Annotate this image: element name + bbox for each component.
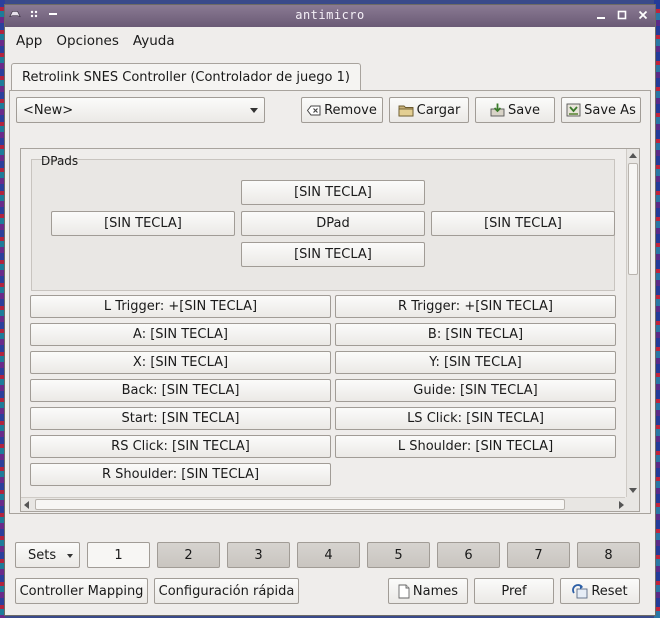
save-as-button[interactable]: Save As [561, 97, 641, 123]
scroll-down-arrow-icon[interactable] [629, 488, 637, 493]
vertical-scroll-thumb[interactable] [628, 163, 638, 275]
button-mapping-x[interactable]: X: [SIN TECLA] [30, 351, 331, 374]
reset-label: Reset [591, 583, 628, 599]
button-mapping-r-shoulder[interactable]: R Shoulder: [SIN TECLA] [30, 463, 331, 486]
horizontal-scroll-thumb[interactable] [35, 499, 565, 510]
set-7-button[interactable]: 7 [507, 542, 570, 568]
dpad-left-button[interactable]: [SIN TECLA] [51, 211, 235, 236]
button-mapping-ls-click[interactable]: LS Click: [SIN TECLA] [335, 407, 616, 430]
button-mapping-r-trigger[interactable]: R Trigger: +[SIN TECLA] [335, 295, 616, 318]
sets-label: Sets [28, 547, 57, 563]
names-icon [398, 584, 410, 599]
controller-tab-panel: <New> Remove Cargar Save Save As DPads [… [9, 90, 651, 514]
save-label: Save [508, 102, 540, 118]
scroll-corner [625, 497, 639, 511]
button-mapping-start[interactable]: Start: [SIN TECLA] [30, 407, 331, 430]
set-1-button[interactable]: 1 [87, 542, 150, 568]
button-mapping-b[interactable]: B: [SIN TECLA] [335, 323, 616, 346]
button-mapping-y[interactable]: Y: [SIN TECLA] [335, 351, 616, 374]
scroll-up-arrow-icon[interactable] [629, 153, 637, 158]
dpads-group: DPads [SIN TECLA] [SIN TECLA] DPad [SIN … [31, 154, 615, 291]
profile-selected: <New> [23, 102, 74, 118]
restore-icon[interactable] [616, 9, 628, 21]
sets-dropdown-button[interactable]: Sets [15, 542, 80, 568]
button-mapping-a[interactable]: A: [SIN TECLA] [30, 323, 331, 346]
controller-mapping-button[interactable]: Controller Mapping [15, 578, 148, 604]
window-title: antimicro [295, 8, 365, 22]
names-label: Names [412, 583, 459, 599]
chevron-down-icon [250, 108, 258, 113]
set-8-button[interactable]: 8 [577, 542, 640, 568]
close-icon[interactable] [637, 9, 649, 21]
profile-combobox[interactable]: <New> [16, 97, 265, 123]
reset-button[interactable]: Reset [560, 578, 640, 604]
button-mapping-rs-click[interactable]: RS Click: [SIN TECLA] [30, 435, 331, 458]
names-button[interactable]: Names [388, 578, 468, 604]
save-as-icon [566, 103, 581, 117]
cargar-label: Cargar [416, 102, 461, 118]
title-bar[interactable]: antimicro [5, 5, 655, 27]
scroll-left-arrow-icon[interactable] [24, 501, 29, 509]
dpad-right-button[interactable]: [SIN TECLA] [431, 211, 615, 236]
dpad-down-button[interactable]: [SIN TECLA] [241, 242, 425, 267]
remove-label: Remove [324, 102, 377, 118]
vertical-scrollbar[interactable] [626, 149, 639, 497]
menu-bar: App Opciones Ayuda [5, 27, 655, 54]
save-as-label: Save As [584, 102, 636, 118]
main-window: antimicro App Opciones Ayuda Retrolink S… [4, 4, 656, 616]
pref-button[interactable]: Pref [474, 578, 554, 604]
dpads-group-title: DPads [41, 154, 79, 168]
set-6-button[interactable]: 6 [437, 542, 500, 568]
scroll-right-arrow-icon[interactable] [619, 501, 624, 509]
button-mapping-l-shoulder[interactable]: L Shoulder: [SIN TECLA] [335, 435, 616, 458]
menu-app[interactable]: App [11, 30, 47, 52]
dpad-center-button[interactable]: DPad [241, 211, 425, 236]
set-2-button[interactable]: 2 [157, 542, 220, 568]
remove-button[interactable]: Remove [301, 97, 383, 123]
reset-icon [572, 583, 588, 599]
button-mapping-back[interactable]: Back: [SIN TECLA] [30, 379, 331, 402]
horizontal-scrollbar[interactable] [21, 497, 627, 511]
menu-ayuda[interactable]: Ayuda [128, 30, 180, 52]
remove-icon [307, 105, 321, 116]
button-mapping-guide[interactable]: Guide: [SIN TECLA] [335, 379, 616, 402]
minimize-icon[interactable] [595, 9, 607, 21]
tab-controller-1[interactable]: Retrolink SNES Controller (Controlador d… [11, 63, 361, 91]
mapping-scroll-area[interactable]: DPads [SIN TECLA] [SIN TECLA] DPad [SIN … [20, 148, 640, 512]
cargar-button[interactable]: Cargar [389, 97, 469, 123]
dpad-up-button[interactable]: [SIN TECLA] [241, 180, 425, 205]
folder-icon [398, 104, 414, 117]
quick-config-button[interactable]: Configuración rápida [154, 578, 299, 604]
set-4-button[interactable]: 4 [297, 542, 360, 568]
chevron-down-icon [67, 554, 73, 558]
save-icon [490, 103, 505, 117]
controller-tab-bar: Retrolink SNES Controller (Controlador d… [11, 63, 361, 91]
menu-opciones[interactable]: Opciones [51, 30, 124, 52]
set-3-button[interactable]: 3 [227, 542, 290, 568]
save-button[interactable]: Save [475, 97, 555, 123]
button-mapping-l-trigger[interactable]: L Trigger: +[SIN TECLA] [30, 295, 331, 318]
set-5-button[interactable]: 5 [367, 542, 430, 568]
